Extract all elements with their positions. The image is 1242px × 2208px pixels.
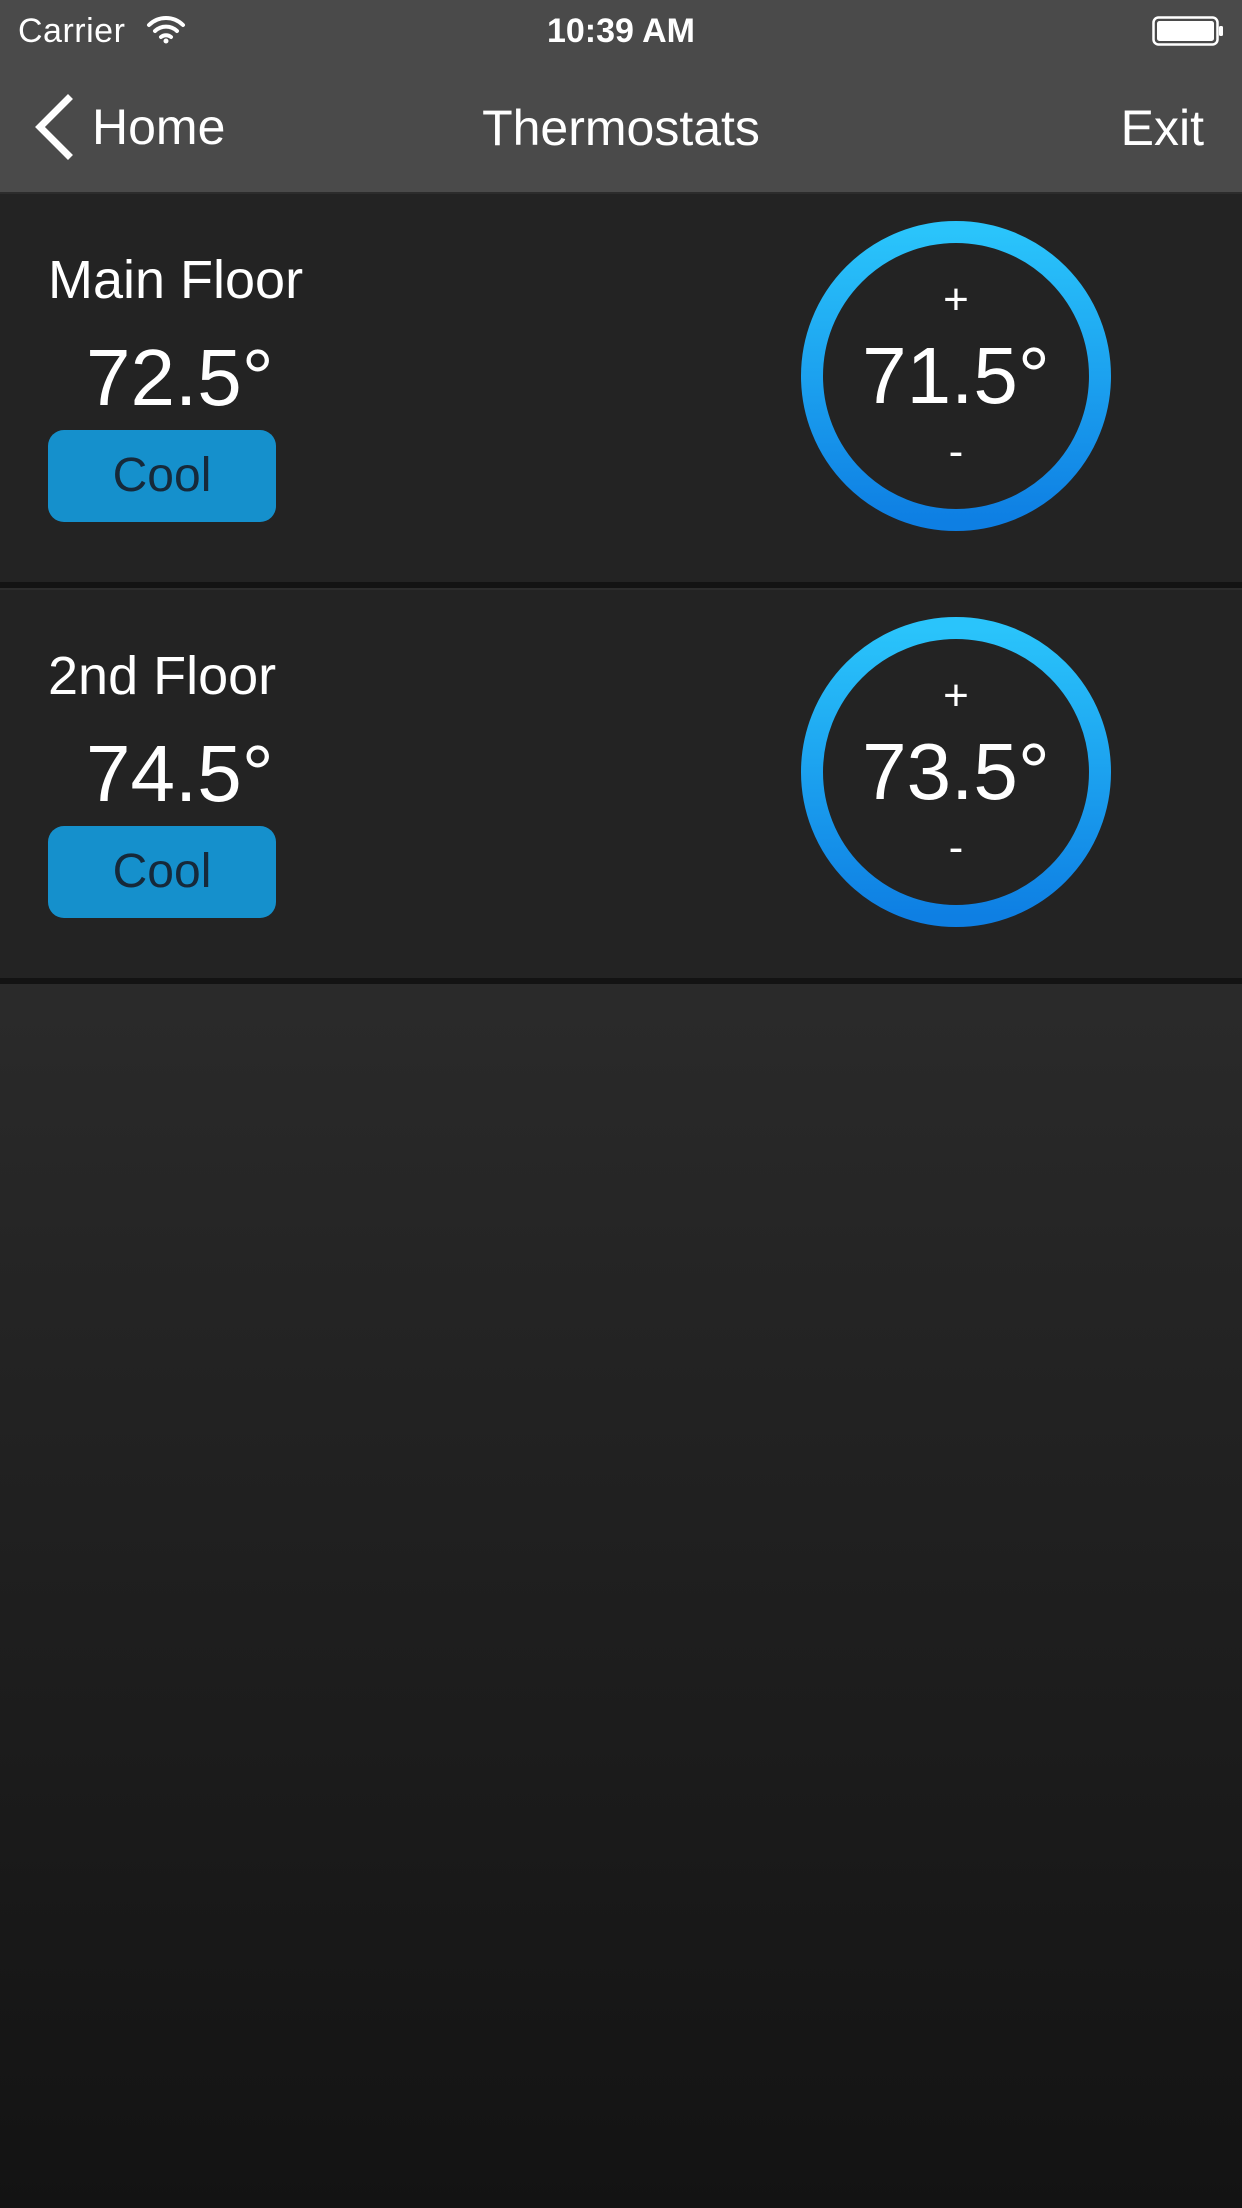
- status-bar: Carrier 10:39 AM: [0, 0, 1242, 62]
- back-button-label: Home: [92, 99, 226, 155]
- thermostat-card-2nd-floor: 2nd Floor 74.5° Cool + 73.5° -: [0, 588, 1242, 984]
- zone-name: Main Floor: [48, 250, 304, 310]
- exit-button[interactable]: Exit: [1121, 98, 1204, 158]
- card-divider: [0, 192, 1242, 194]
- top-bar: Carrier 10:39 AM Home Thermostats Exit: [0, 0, 1242, 192]
- status-time: 10:39 AM: [546, 12, 696, 50]
- zone-name: 2nd Floor: [48, 646, 277, 706]
- navigation-bar: Home Thermostats Exit: [0, 62, 1242, 192]
- increase-setpoint-button[interactable]: +: [916, 272, 996, 328]
- setpoint-value: 71.5°: [862, 331, 1050, 420]
- mode-button[interactable]: Cool: [48, 826, 276, 918]
- current-temperature: 74.5°: [86, 729, 274, 818]
- chevron-left-icon: [35, 94, 73, 160]
- battery-icon: [1152, 16, 1223, 46]
- mode-button[interactable]: Cool: [48, 430, 276, 522]
- card-divider: [0, 588, 1242, 590]
- decrease-setpoint-button[interactable]: -: [916, 820, 996, 876]
- setpoint-dial: + 73.5° -: [800, 616, 1112, 928]
- decrease-setpoint-button[interactable]: -: [916, 424, 996, 480]
- increase-setpoint-button[interactable]: +: [916, 668, 996, 724]
- thermostat-card-main-floor: Main Floor 72.5° Cool + 71.5° -: [0, 192, 1242, 588]
- back-button[interactable]: Home: [32, 92, 225, 162]
- setpoint-dial: + 71.5° -: [800, 220, 1112, 532]
- setpoint-value: 73.5°: [862, 727, 1050, 816]
- current-temperature: 72.5°: [86, 333, 274, 422]
